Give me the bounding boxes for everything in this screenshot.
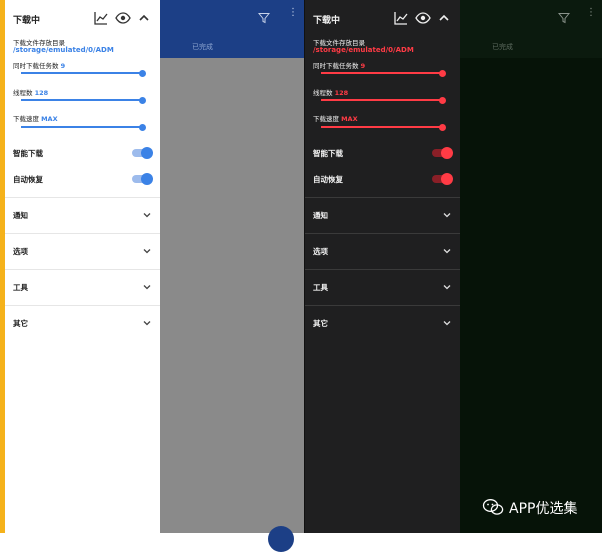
section-label: 通知	[313, 211, 328, 220]
main-screen-dark-dimmed: 已完成 ⋮	[460, 0, 602, 533]
settings-drawer-dark: 下载中 下载文件存放目录 /storage/emulated/0/ADM 同时下…	[304, 0, 460, 533]
threads-slider[interactable]	[21, 96, 146, 104]
auto-resume-label: 自动恢复	[313, 175, 343, 184]
download-speed-slider[interactable]	[21, 123, 146, 131]
filter-icon[interactable]	[257, 9, 271, 24]
more-options-icon[interactable]: ⋮	[288, 8, 298, 18]
drawer-title: 下载中	[313, 16, 341, 26]
chevron-down-icon	[142, 246, 152, 256]
drawer-header: 下载中	[305, 0, 460, 38]
threads-label: 线程数 128	[13, 89, 49, 97]
storage-dir-path[interactable]: /storage/emulated/0/ADM	[313, 46, 414, 54]
slider-knob	[139, 69, 146, 77]
section-other[interactable]: 其它	[5, 305, 160, 342]
download-speed-value: MAX	[41, 115, 58, 123]
slider-knob	[439, 96, 446, 104]
smart-download-label: 智能下载	[313, 149, 343, 158]
smart-download-row[interactable]: 智能下载	[305, 143, 460, 163]
download-speed-label: 下载速度 MAX	[313, 115, 358, 123]
app-bar	[460, 0, 602, 58]
settings-drawer-light: 下载中 下载文件存放目录 /storage/emulated/0/ADM 同时下…	[5, 0, 160, 533]
concurrent-tasks-label: 同时下载任务数 9	[313, 62, 366, 70]
section-other[interactable]: 其它	[305, 305, 460, 342]
auto-resume-switch[interactable]	[132, 173, 153, 185]
section-tools[interactable]: 工具	[5, 269, 160, 306]
concurrent-tasks-slider[interactable]	[321, 69, 446, 77]
eye-icon[interactable]	[115, 10, 131, 26]
chevron-down-icon	[142, 282, 152, 292]
chevron-down-icon	[442, 282, 452, 292]
tab-completed[interactable]: 已完成	[192, 42, 213, 52]
section-label: 选项	[13, 247, 28, 256]
eye-icon[interactable]	[415, 10, 431, 26]
concurrent-tasks-value: 9	[360, 62, 366, 70]
threads-value: 128	[34, 89, 49, 97]
tab-completed[interactable]: 已完成	[492, 42, 513, 52]
auto-resume-row[interactable]: 自动恢复	[5, 169, 160, 189]
threads-label: 线程数 128	[313, 89, 349, 97]
section-notifications[interactable]: 通知	[305, 197, 460, 234]
section-label: 工具	[313, 283, 328, 292]
section-label: 选项	[313, 247, 328, 256]
section-options[interactable]: 选项	[305, 233, 460, 270]
watermark-text: APP优选集	[509, 501, 578, 517]
chevron-up-icon[interactable]	[436, 10, 452, 26]
app-bar	[160, 0, 304, 58]
concurrent-tasks-label: 同时下载任务数 9	[13, 62, 66, 70]
concurrent-tasks-slider[interactable]	[21, 69, 146, 77]
drawer-title: 下载中	[13, 16, 41, 26]
download-speed-value: MAX	[341, 115, 358, 123]
download-speed-label: 下载速度 MAX	[13, 115, 58, 123]
chevron-down-icon	[442, 318, 452, 328]
auto-resume-row[interactable]: 自动恢复	[305, 169, 460, 189]
section-label: 通知	[13, 211, 28, 220]
smart-download-row[interactable]: 智能下载	[5, 143, 160, 163]
section-label: 其它	[13, 319, 28, 328]
storage-dir-path[interactable]: /storage/emulated/0/ADM	[13, 46, 114, 54]
smart-download-label: 智能下载	[13, 149, 43, 158]
chevron-down-icon	[442, 210, 452, 220]
section-options[interactable]: 选项	[5, 233, 160, 270]
slider-knob	[139, 123, 146, 131]
section-tools[interactable]: 工具	[305, 269, 460, 306]
auto-resume-label: 自动恢复	[13, 175, 43, 184]
main-screen-light-dimmed: 已完成 ⋮	[160, 0, 304, 552]
slider-knob	[139, 96, 146, 104]
section-label: 工具	[13, 283, 28, 292]
smart-download-switch[interactable]	[432, 147, 453, 159]
slider-knob	[439, 69, 446, 77]
filter-icon[interactable]	[557, 9, 571, 24]
smart-download-switch[interactable]	[132, 147, 153, 159]
download-speed-slider[interactable]	[321, 123, 446, 131]
add-download-fab[interactable]	[268, 526, 294, 552]
chevron-up-icon[interactable]	[136, 10, 152, 26]
concurrent-tasks-value: 9	[60, 62, 66, 70]
chevron-down-icon	[142, 318, 152, 328]
threads-slider[interactable]	[321, 96, 446, 104]
more-options-icon[interactable]: ⋮	[586, 8, 596, 18]
threads-value: 128	[334, 89, 349, 97]
slider-knob	[439, 123, 446, 131]
chevron-down-icon	[142, 210, 152, 220]
chevron-down-icon	[442, 246, 452, 256]
section-label: 其它	[313, 319, 328, 328]
chart-icon[interactable]	[393, 10, 409, 26]
auto-resume-switch[interactable]	[432, 173, 453, 185]
wechat-icon	[482, 498, 504, 516]
chart-icon[interactable]	[93, 10, 109, 26]
section-notifications[interactable]: 通知	[5, 197, 160, 234]
drawer-header: 下载中	[5, 0, 160, 38]
